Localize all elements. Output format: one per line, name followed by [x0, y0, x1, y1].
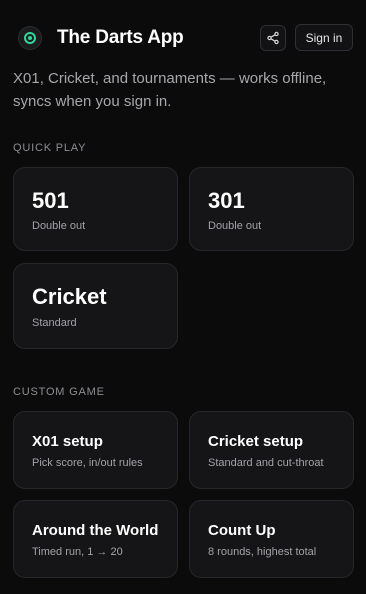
section-label-quick-play: QUICK PLAY	[13, 142, 87, 154]
card-subtitle: Timed run, 1 → 20	[32, 546, 123, 558]
custom-card-count-up[interactable]: Count Up 8 rounds, highest total	[189, 500, 354, 578]
section-label-custom-game: CUSTOM GAME	[13, 386, 105, 398]
share-icon	[267, 31, 279, 45]
card-title: X01 setup	[32, 433, 103, 450]
card-title: Cricket setup	[208, 433, 304, 450]
logo	[18, 26, 42, 50]
custom-card-around-the-world[interactable]: Around the World Timed run, 1 → 20	[13, 500, 178, 578]
card-subtitle: Double out	[32, 220, 86, 232]
card-title: Count Up	[208, 522, 276, 539]
app-title: The Darts App	[57, 27, 184, 48]
quick-play-card-301[interactable]: 301 Double out	[189, 167, 354, 251]
quick-play-card-501[interactable]: 501 Double out	[13, 167, 178, 251]
custom-card-x01-setup[interactable]: X01 setup Pick score, in/out rules	[13, 411, 178, 489]
dartboard-icon	[24, 32, 36, 44]
card-title: Around the World	[32, 522, 159, 539]
card-subtitle: Standard	[32, 317, 77, 329]
sign-in-button[interactable]: Sign in	[295, 24, 353, 51]
share-button[interactable]	[260, 25, 286, 51]
card-subtitle: 8 rounds, highest total	[208, 546, 317, 558]
card-subtitle: Pick score, in/out rules	[32, 457, 143, 469]
card-subtitle: Double out	[208, 220, 262, 232]
card-title: 501	[32, 188, 69, 213]
tagline: X01, Cricket, and tournaments — works of…	[13, 70, 327, 110]
card-subtitle: Standard and cut-throat	[208, 457, 324, 469]
quick-play-card-cricket[interactable]: Cricket Standard	[13, 263, 178, 349]
custom-card-cricket-setup[interactable]: Cricket setup Standard and cut-throat	[189, 411, 354, 489]
card-title: Cricket	[32, 284, 107, 309]
card-title: 301	[208, 188, 245, 213]
app-header: The Darts App Sign in	[0, 0, 366, 76]
